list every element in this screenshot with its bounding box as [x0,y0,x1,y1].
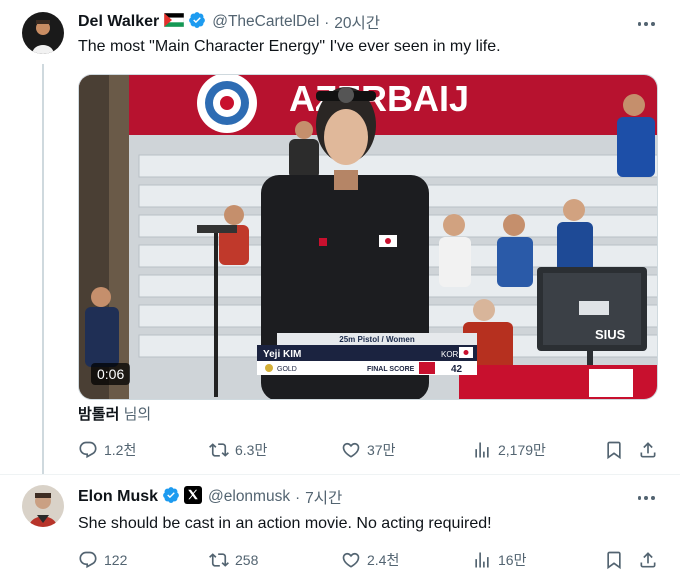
share-icon [640,442,656,458]
repost-count: 258 [235,552,259,568]
more-options-icon[interactable] [636,14,656,34]
author-name[interactable]: Del Walker [78,13,159,31]
reply-icon [79,441,97,459]
video-player[interactable]: AZERBAIJ SIUS 25m Pistol / Women Yeji KI… [78,74,658,400]
views-chart-icon [475,552,489,568]
bookmark-button[interactable] [604,548,624,572]
author-name[interactable]: Elon Musk [78,488,158,506]
tweet-actions: 1.2천 6.3만 37만 2,179만 [78,438,660,462]
more-options-icon[interactable] [636,488,656,508]
like-button[interactable]: 37만 [341,438,395,462]
bookmark-icon [607,551,621,570]
repost-icon [209,443,229,457]
like-count: 2.4천 [367,552,400,568]
share-button[interactable] [638,548,658,572]
share-button[interactable] [638,438,658,462]
reply-icon [79,551,97,569]
author-handle[interactable]: @elonmusk [208,488,290,506]
scoreboard-event: 25m Pistol / Women [339,335,415,344]
source-suffix: 님의 [119,406,152,423]
like-count: 37만 [367,442,396,458]
avatar-del-walker[interactable] [22,12,64,54]
repost-icon [209,553,229,567]
tweet-text: She should be cast in an action movie. N… [78,515,492,532]
scoreboard-medal: GOLD [277,366,297,373]
reply-count: 122 [104,552,128,568]
verified-badge-icon[interactable] [188,11,206,34]
repost-button[interactable]: 6.3만 [209,438,267,462]
like-button[interactable]: 2.4천 [341,548,399,572]
banner-text: AZERBAIJ [289,78,469,119]
repost-count: 6.3만 [235,442,268,458]
scoreboard-country: KOR [441,350,459,359]
views-button[interactable]: 2,179만 [472,438,546,462]
video-frame: AZERBAIJ SIUS 25m Pistol / Women Yeji KI… [79,75,657,399]
tweet-header: Del Walker @TheCartelDel · 20시간 [78,11,380,33]
monitor-brand: SIUS [595,327,626,342]
scoreboard-overlay: 25m Pistol / Women Yeji KIM KOR GOLD FIN… [257,333,477,375]
heart-icon [342,442,360,458]
scoreboard-final-label: FINAL SCORE [367,366,415,373]
author-handle[interactable]: @TheCartelDel [212,13,319,31]
bookmark-icon [607,441,621,460]
avatar-elon-musk[interactable] [22,485,64,527]
scoreboard-score: 42 [451,364,463,375]
views-count: 16만 [498,552,527,568]
tweet-time[interactable]: 20시간 [334,11,380,33]
heart-icon [342,552,360,568]
tweet-time[interactable]: 7시간 [305,486,342,508]
tweet-del-walker[interactable]: Del Walker @TheCartelDel · 20시간 The most… [0,0,680,474]
palestine-flag-icon [163,12,185,32]
repost-button[interactable]: 258 [209,548,258,572]
verified-badge-icon[interactable] [162,486,180,509]
tweet-header: Elon Musk @elonmusk · 7시간 [78,485,342,509]
separator-dot: · [324,13,330,31]
tweet-actions: 122 258 2.4천 16만 [78,548,660,572]
source-name[interactable]: 밤톨러 [78,406,119,423]
views-count: 2,179만 [498,442,546,458]
share-icon [640,552,656,568]
bookmark-button[interactable] [604,438,624,462]
reply-button[interactable]: 1.2천 [78,438,136,462]
separator-dot: · [295,488,301,506]
x-affiliate-badge-icon[interactable] [184,485,203,509]
tweet-text: The most "Main Character Energy" I've ev… [78,38,501,55]
views-chart-icon [475,442,489,458]
video-duration: 0:06 [91,363,131,385]
reply-button[interactable]: 122 [78,548,127,572]
scoreboard-name: Yeji KIM [263,349,301,360]
views-button[interactable]: 16만 [472,548,526,572]
thread-line [42,64,44,474]
source-attribution[interactable]: 밤톨러 님의 [78,403,151,424]
tweet-elon-musk[interactable]: Elon Musk @elonmusk · 7시간 She should be … [0,475,680,584]
reply-count: 1.2천 [104,442,137,458]
